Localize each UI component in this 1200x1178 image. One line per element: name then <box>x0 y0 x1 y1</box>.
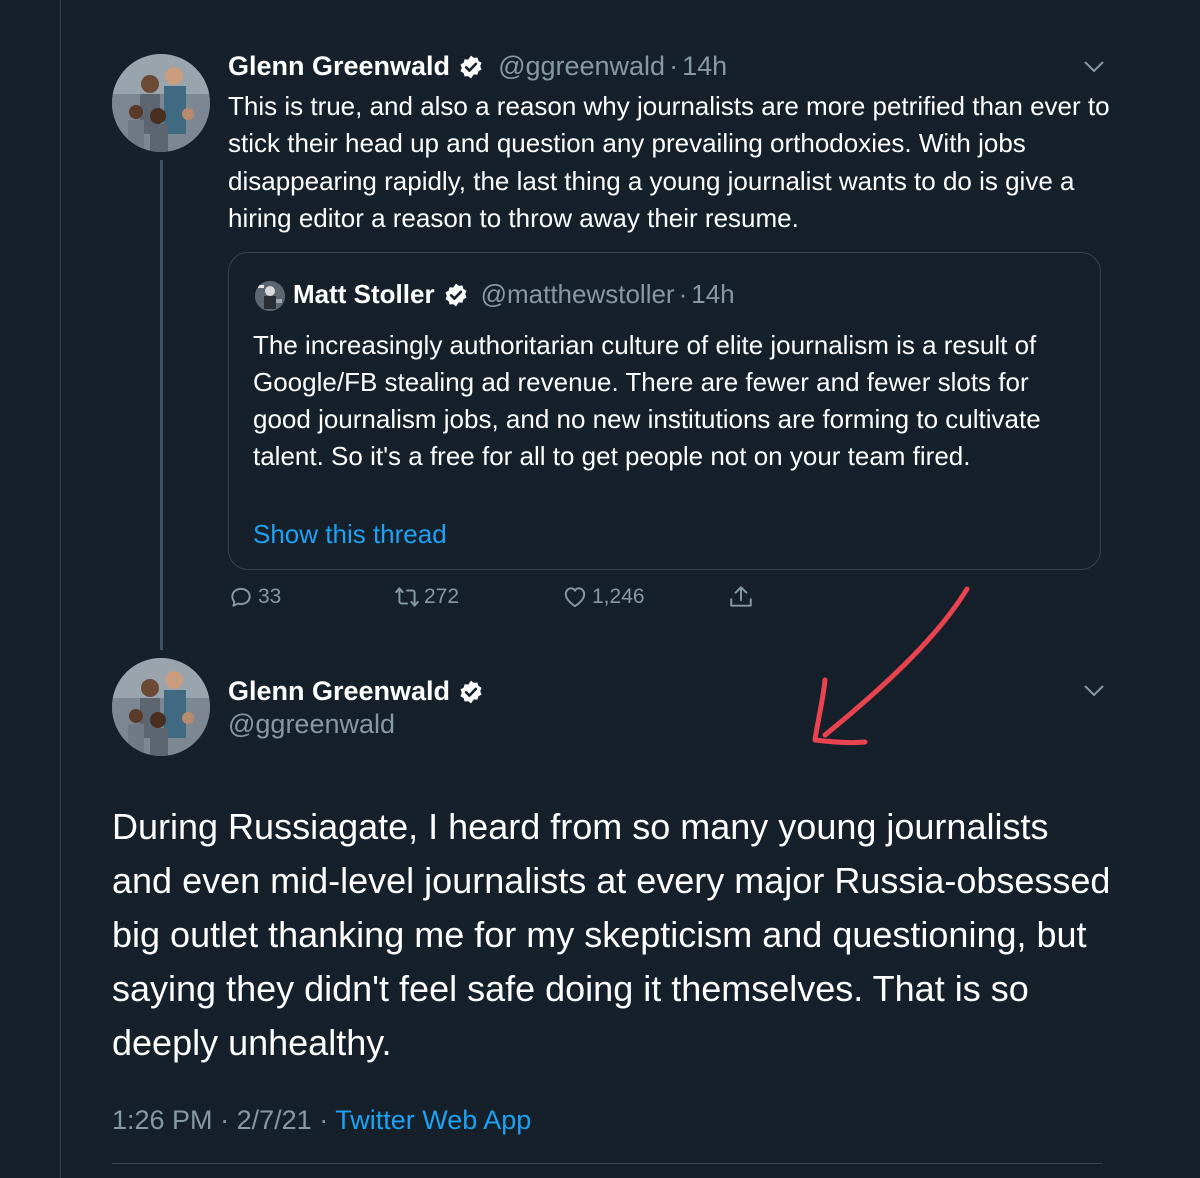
avatar-photo <box>112 54 210 152</box>
quoted-author-name: Matt Stoller <box>293 279 435 309</box>
tweet-thread-view: Glenn Greenwald @ggreenwald · 14h This i… <box>0 0 1200 1178</box>
annotation-arrow <box>812 586 970 746</box>
back-chevron-icon[interactable] <box>48 0 62 6</box>
column-left-border <box>60 0 61 1178</box>
reply-tweet-header: Glenn Greenwald @ggreenwald · 14h <box>228 51 727 82</box>
share-icon <box>730 586 752 607</box>
chevron-down-icon[interactable] <box>1083 684 1105 698</box>
tweet-time[interactable]: 14h <box>682 51 727 82</box>
avatar-photo <box>112 658 210 756</box>
author-handle[interactable]: @ggreenwald <box>228 709 395 740</box>
tweet-action-bar: 33 272 1,246 <box>228 584 788 618</box>
quoted-tweet-card[interactable]: Matt Stoller @matthewstoller · 14h The i… <box>228 252 1101 570</box>
main-tweet-text: During Russiagate, I heard from so many … <box>112 806 1111 1063</box>
quoted-tweet-header: Matt Stoller @matthewstoller · 14h <box>293 279 735 310</box>
verified-badge-icon <box>460 680 482 703</box>
reply-count: 33 <box>258 585 282 608</box>
thread-connector-line <box>160 160 163 650</box>
separator-dot: · <box>678 279 688 309</box>
retweet-icon <box>395 587 419 607</box>
retweet-button[interactable]: 272 <box>394 584 459 610</box>
tweet-source-link[interactable]: Twitter Web App <box>335 1105 531 1135</box>
like-count: 1,246 <box>592 585 645 608</box>
tweet-date[interactable]: 2/7/21 <box>237 1105 312 1135</box>
divider <box>112 1163 1102 1164</box>
chevron-down-icon[interactable] <box>1083 60 1105 74</box>
quoted-avatar-photo <box>255 281 285 311</box>
quoted-tweet-time: 14h <box>691 279 735 309</box>
author-name[interactable]: Glenn Greenwald <box>228 676 450 707</box>
author-name[interactable]: Glenn Greenwald <box>228 51 450 82</box>
main-tweet-handle-row: @ggreenwald <box>228 709 395 740</box>
separator-dot: · <box>669 51 679 81</box>
separator-dot: · <box>319 1105 329 1135</box>
avatar[interactable] <box>112 658 210 756</box>
reply-button[interactable]: 33 <box>228 584 281 610</box>
tweet-metadata: 1:26 PM · 2/7/21 · Twitter Web App <box>112 1105 531 1136</box>
show-thread-link[interactable]: Show this thread <box>253 519 447 550</box>
tweet-time[interactable]: 1:26 PM <box>112 1105 213 1135</box>
heart-icon <box>564 587 586 608</box>
quoted-avatar <box>255 281 285 311</box>
share-button[interactable] <box>728 584 758 610</box>
author-handle[interactable]: @ggreenwald <box>498 51 665 82</box>
retweet-count: 272 <box>424 585 460 608</box>
verified-badge-icon <box>445 283 467 306</box>
avatar[interactable] <box>112 54 210 152</box>
reply-icon <box>231 587 251 607</box>
like-button[interactable]: 1,246 <box>562 584 645 610</box>
separator-dot: · <box>220 1105 230 1135</box>
verified-badge-icon <box>460 55 482 78</box>
quoted-author-handle: @matthewstoller <box>480 279 675 309</box>
reply-tweet-text: This is true, and also a reason why jour… <box>228 91 1110 233</box>
quoted-tweet-text: The increasingly authoritarian culture o… <box>253 330 1041 471</box>
main-tweet-author: Glenn Greenwald <box>228 676 484 707</box>
